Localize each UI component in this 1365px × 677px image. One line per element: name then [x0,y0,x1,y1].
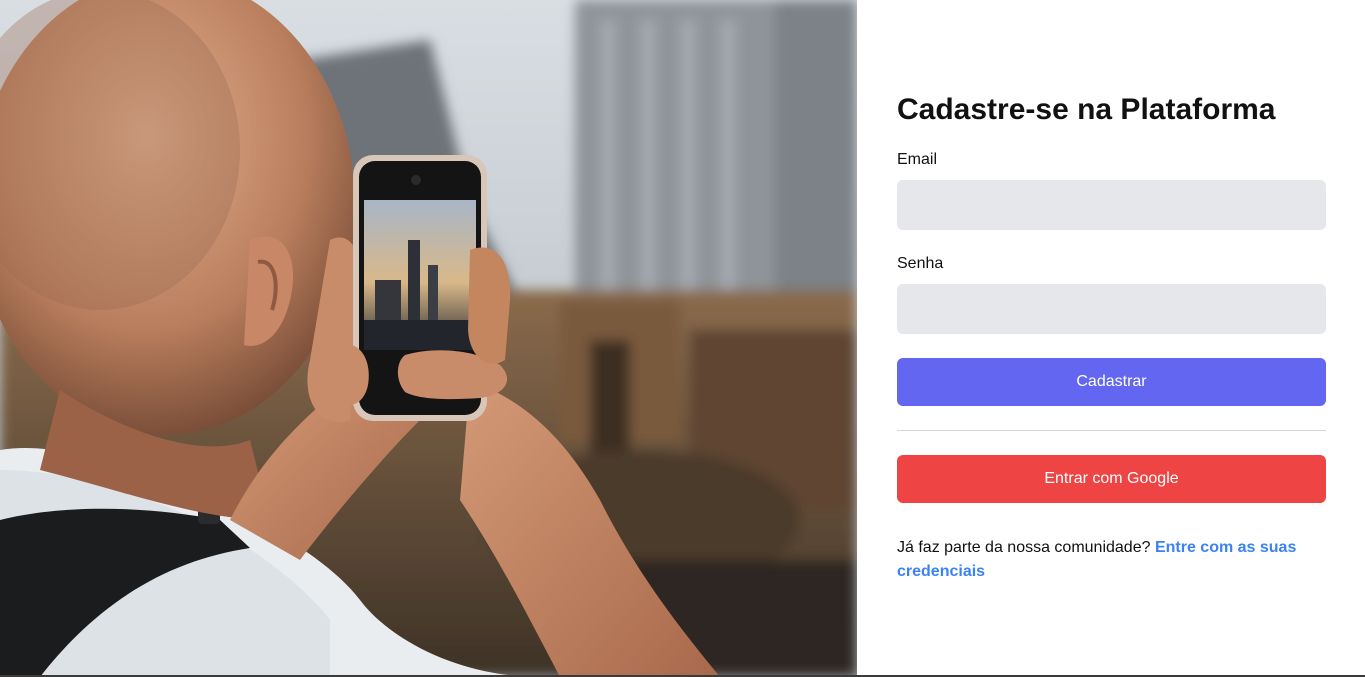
password-field[interactable] [897,284,1326,334]
signup-form: Cadastre-se na Plataforma Email Senha Ca… [897,92,1326,600]
password-label: Senha [897,255,944,272]
hero-image [0,0,857,677]
page-title: Cadastre-se na Plataforma [897,93,1276,126]
email-label: Email [897,151,938,168]
signup-panel: Cadastre-se na Plataforma Email Senha Ca… [857,0,1365,677]
signup-button[interactable]: Cadastrar [897,358,1326,406]
hero-illustration [0,0,857,677]
divider [897,430,1326,431]
login-prompt: Já faz parte da nossa comunidade? Entre … [897,536,1307,584]
google-signin-button[interactable]: Entrar com Google [897,455,1326,503]
login-prompt-text: Já faz parte da nossa comunidade? [897,539,1155,556]
signup-page: Cadastre-se na Plataforma Email Senha Ca… [0,0,1365,677]
email-field[interactable] [897,180,1326,230]
